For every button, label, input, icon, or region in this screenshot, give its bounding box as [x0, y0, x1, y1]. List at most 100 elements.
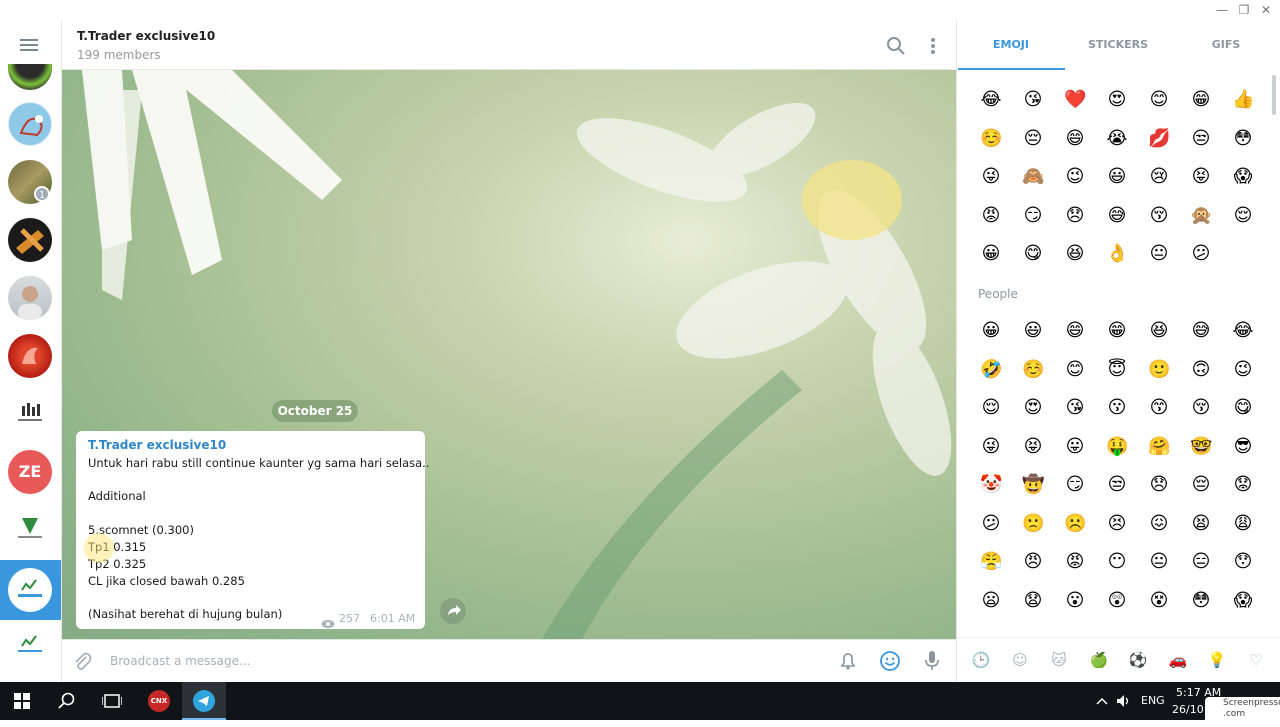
emoji-item[interactable]: 😛: [1064, 436, 1086, 458]
food-category-icon[interactable]: 🍏: [1089, 650, 1109, 670]
emoji-item[interactable]: 😐: [1148, 551, 1170, 573]
emoji-item[interactable]: 😧: [1022, 590, 1044, 612]
emoji-item[interactable]: 😚: [1148, 205, 1170, 227]
emoji-item[interactable]: 😚: [1190, 397, 1212, 419]
taskbar-app-telegram[interactable]: [182, 682, 226, 720]
emoji-item[interactable]: 😱: [1232, 590, 1254, 612]
emoji-item[interactable]: ☺️: [1022, 359, 1044, 381]
emoji-item[interactable]: 😣: [1106, 513, 1128, 535]
emoji-item[interactable]: 😍: [1106, 89, 1128, 111]
emoji-item[interactable]: 😒: [1106, 474, 1128, 496]
emoji-item[interactable]: 🙁: [1022, 513, 1044, 535]
objects-category-icon[interactable]: 💡: [1207, 650, 1227, 670]
emoji-item[interactable]: 😏: [1064, 474, 1086, 496]
search-icon[interactable]: [886, 36, 906, 56]
chat-avatar[interactable]: [8, 64, 52, 90]
emoji-item[interactable]: 😶: [1106, 551, 1128, 573]
animals-category-icon[interactable]: 🐱: [1049, 650, 1069, 670]
emoji-item[interactable]: 😉: [1064, 166, 1086, 188]
emoji-item[interactable]: 😮: [1064, 590, 1086, 612]
emoji-item[interactable]: 😀: [980, 320, 1002, 342]
emoji-item[interactable]: 😑: [1190, 551, 1212, 573]
emoji-item[interactable]: 🙂: [1148, 359, 1170, 381]
emoji-item[interactable]: 😱: [1232, 166, 1254, 188]
emoji-item[interactable]: 😠: [1022, 551, 1044, 573]
restore-button[interactable]: ❐: [1234, 2, 1254, 18]
recent-category-icon[interactable]: 🕒: [971, 650, 991, 670]
emoji-item[interactable]: 😂: [1232, 320, 1254, 342]
emoji-item[interactable]: 😕: [1190, 243, 1212, 265]
chat-title[interactable]: T.Trader exclusive10: [77, 29, 215, 43]
emoji-item[interactable]: 👍: [1232, 89, 1254, 111]
emoji-item[interactable]: 😢: [1148, 166, 1170, 188]
emoji-item[interactable]: 🙈: [1022, 166, 1044, 188]
emoji-item[interactable]: 🤣: [980, 359, 1002, 381]
more-options-icon[interactable]: [928, 36, 938, 56]
tab-stickers[interactable]: STICKERS: [1078, 38, 1158, 51]
emoji-item[interactable]: 😋: [1232, 397, 1254, 419]
emoji-item[interactable]: 💋: [1148, 128, 1170, 150]
emoji-item[interactable]: 😫: [1190, 513, 1212, 535]
microphone-icon[interactable]: [924, 650, 940, 672]
emoji-icon[interactable]: [879, 650, 901, 672]
minimize-button[interactable]: —: [1212, 2, 1232, 18]
activity-category-icon[interactable]: ⚽: [1128, 650, 1148, 670]
windows-start-icon[interactable]: [0, 682, 44, 720]
message-bubble[interactable]: T.Trader exclusive10 Untuk hari rabu sti…: [76, 431, 429, 629]
emoji-item[interactable]: 😂: [980, 89, 1002, 111]
emoji-item[interactable]: 🙃: [1190, 359, 1212, 381]
emoji-item[interactable]: ❤️: [1064, 89, 1086, 111]
people-category-icon[interactable]: ☺: [1010, 650, 1030, 670]
emoji-item[interactable]: 😩: [1232, 513, 1254, 535]
emoji-item[interactable]: 😇: [1106, 359, 1128, 381]
emoji-item[interactable]: 😡: [1064, 551, 1086, 573]
search-icon[interactable]: [45, 682, 89, 720]
emoji-item[interactable]: 😭: [1106, 128, 1128, 150]
emoji-item[interactable]: 😃: [1106, 166, 1128, 188]
emoji-item[interactable]: 😕: [980, 513, 1002, 535]
emoji-item[interactable]: 😲: [1106, 590, 1128, 612]
emoji-item[interactable]: 😐: [1148, 243, 1170, 265]
emoji-item[interactable]: 😀: [980, 243, 1002, 265]
emoji-item[interactable]: 😔: [1190, 474, 1212, 496]
emoji-item[interactable]: 😎: [1232, 436, 1254, 458]
show-hidden-icons-icon[interactable]: [1096, 695, 1108, 707]
task-view-icon[interactable]: [90, 682, 134, 720]
close-button[interactable]: ✕: [1256, 2, 1276, 18]
chat-avatar[interactable]: [8, 626, 52, 670]
emoji-item[interactable]: 😖: [1148, 513, 1170, 535]
travel-category-icon[interactable]: 🚗: [1168, 650, 1188, 670]
emoji-item[interactable]: 😍: [1022, 397, 1044, 419]
chat-avatar[interactable]: [8, 218, 52, 262]
emoji-item[interactable]: 😞: [1064, 205, 1086, 227]
emoji-item[interactable]: 😜: [980, 436, 1002, 458]
emoji-item[interactable]: 😅: [1106, 205, 1128, 227]
emoji-item[interactable]: 😳: [1232, 128, 1254, 150]
chat-avatar[interactable]: ZE: [8, 450, 52, 494]
emoji-item[interactable]: 😆: [1148, 320, 1170, 342]
emoji-item[interactable]: 😌: [1232, 205, 1254, 227]
chat-avatar[interactable]: [8, 334, 52, 378]
emoji-item[interactable]: 😉: [1232, 359, 1254, 381]
emoji-item[interactable]: 😜: [980, 166, 1002, 188]
emoji-item[interactable]: 😊: [1064, 359, 1086, 381]
emoji-item[interactable]: 🤑: [1106, 436, 1128, 458]
chat-avatar[interactable]: [8, 276, 52, 320]
clock-date[interactable]: 26/10: [1172, 703, 1204, 716]
emoji-item[interactable]: ☹️: [1064, 513, 1086, 535]
tab-gifs[interactable]: GIFS: [1186, 38, 1266, 51]
symbols-category-icon[interactable]: ♡: [1246, 650, 1266, 670]
emoji-item[interactable]: 😔: [1022, 128, 1044, 150]
emoji-item[interactable]: 😅: [1190, 320, 1212, 342]
emoji-item[interactable]: 😌: [980, 397, 1002, 419]
emoji-item[interactable]: 😘: [1064, 397, 1086, 419]
attach-icon[interactable]: [72, 651, 92, 671]
emoji-item[interactable]: 😆: [1064, 243, 1086, 265]
message-input[interactable]: [110, 649, 810, 673]
taskbar-app-cnx[interactable]: CNX: [137, 682, 181, 720]
chat-avatar-active[interactable]: [8, 568, 52, 612]
volume-icon[interactable]: [1116, 693, 1132, 709]
emoji-item[interactable]: 😄: [1064, 320, 1086, 342]
emoji-item[interactable]: 🤠: [1022, 474, 1044, 496]
emoji-item[interactable]: 😞: [1148, 474, 1170, 496]
